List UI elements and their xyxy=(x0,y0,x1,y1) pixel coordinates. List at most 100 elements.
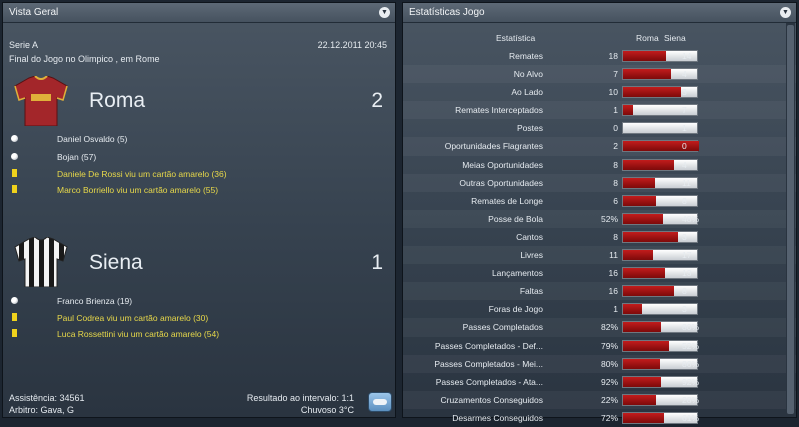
stat-away-value: 14 xyxy=(682,51,692,61)
halftime-result: Resultado ao intervalo: 1:1 xyxy=(246,393,354,403)
stat-label: No Alvo xyxy=(513,69,543,80)
stat-away-value: 7 xyxy=(682,105,687,116)
stat-home-value: 1 xyxy=(613,304,618,315)
column-header-home[interactable]: Roma xyxy=(636,33,659,43)
stat-row: Cantos 8 3 xyxy=(403,228,796,246)
away-score: 1 xyxy=(371,251,383,274)
away-event-yellow-card: Paul Codrea viu um cartão amarelo (30) xyxy=(57,313,209,323)
stat-row: Passes Completados - Def... 79% 52% xyxy=(403,337,796,355)
stat-away-value: 1 xyxy=(682,123,687,134)
stat-away-value: 11 xyxy=(682,177,691,188)
stat-home-share-fill xyxy=(623,250,653,261)
stat-label: Desarmes Conseguidos xyxy=(452,412,543,423)
stat-away-value: 3 xyxy=(682,304,687,315)
stat-home-share-fill xyxy=(623,105,633,116)
stat-label: Passes Completados - Mei... xyxy=(434,358,543,369)
stat-row: Oportunidades Flagrantes 2 0 xyxy=(403,137,796,156)
stat-label: Passes Completados - Ata... xyxy=(435,376,543,387)
stat-home-value: 52% xyxy=(600,213,618,224)
referee-label: Arbitro: Gava, G xyxy=(9,405,75,415)
stats-menu-button[interactable]: ▼ xyxy=(780,7,791,18)
stat-row: Remates de Longe 6 8 xyxy=(403,192,796,210)
stat-home-value: 92% xyxy=(600,376,618,387)
stat-row: Livres 11 17 xyxy=(403,246,796,265)
stat-row: Posse de Bola 52% 48% xyxy=(403,209,796,228)
stat-home-value: 8 xyxy=(613,159,618,170)
stat-home-share-fill xyxy=(623,286,674,297)
column-header-away[interactable]: Siena xyxy=(664,33,686,43)
stat-home-value: 1 xyxy=(613,105,618,116)
stats-scrollbar[interactable] xyxy=(786,23,795,416)
stat-row: Cruzamentos Conseguidos 22% 28% xyxy=(403,390,796,409)
home-event-yellow-card: Marco Borriello viu um cartão amarelo (5… xyxy=(57,185,219,195)
stats-scrollbar-thumb[interactable] xyxy=(787,25,794,414)
stat-label: Cruzamentos Conseguidos xyxy=(440,394,543,405)
yellow-card-icon xyxy=(12,169,17,177)
stat-home-value: 2 xyxy=(613,141,618,152)
stat-away-value: 86% xyxy=(682,358,700,369)
goal-ball-icon xyxy=(11,297,18,304)
yellow-card-icon xyxy=(12,185,17,193)
stat-label: Remates Interceptados xyxy=(455,105,543,116)
stat-home-value: 16 xyxy=(608,268,618,279)
stat-away-value: 17 xyxy=(682,250,692,261)
stat-row: Postes 0 1 xyxy=(403,119,796,137)
stat-home-value: 8 xyxy=(613,231,618,242)
stat-home-share-fill xyxy=(623,141,699,152)
weather-label: Chuvoso 3°C xyxy=(300,405,354,415)
stat-away-value: 92% xyxy=(682,376,700,387)
stat-row: Foras de Jogo 1 3 xyxy=(403,300,796,318)
goal-ball-icon xyxy=(11,135,18,142)
stat-row: Lançamentos 16 13 xyxy=(403,264,796,282)
column-header-stat[interactable]: Estatística xyxy=(496,33,535,43)
stat-row: Passes Completados 82% 80% xyxy=(403,318,796,337)
rain-cloud-icon xyxy=(368,392,392,412)
stat-home-share-fill xyxy=(623,69,671,80)
stat-home-value: 11 xyxy=(609,250,618,261)
stat-away-value: 0 xyxy=(682,141,687,152)
roma-shirt-icon xyxy=(14,76,68,126)
stat-row: Remates 18 14 xyxy=(403,47,796,65)
stat-away-value: 13 xyxy=(682,268,692,279)
stat-row: No Alvo 7 4 xyxy=(403,65,796,84)
stat-home-value: 16 xyxy=(608,286,618,297)
stat-label: Meias Oportunidades xyxy=(462,159,543,170)
home-event-yellow-card: Daniele De Rossi viu um cartão amarelo (… xyxy=(57,169,227,179)
home-event-goal: Bojan (57) xyxy=(57,152,97,162)
away-team-name: Siena xyxy=(89,251,143,274)
stat-away-value: 4 xyxy=(682,69,687,80)
stat-home-value: 10 xyxy=(608,87,618,98)
competition-label: Serie A xyxy=(9,40,39,50)
overview-menu-button[interactable]: ▼ xyxy=(379,7,390,18)
stat-label: Postes xyxy=(517,123,543,134)
stat-home-share-fill xyxy=(623,87,681,98)
home-event-goal: Daniel Osvaldo (5) xyxy=(57,134,128,144)
stat-home-share-fill xyxy=(623,322,661,333)
stat-home-share-fill xyxy=(623,213,663,224)
stat-label: Remates xyxy=(508,51,543,61)
away-event-yellow-card: Luca Rossettini viu um cartão amarelo (5… xyxy=(57,329,220,339)
stat-home-value: 8 xyxy=(613,177,618,188)
stat-home-share-fill xyxy=(623,159,674,170)
siena-shirt-icon xyxy=(14,237,68,287)
stat-label: Remates de Longe xyxy=(471,195,543,206)
goal-ball-icon xyxy=(11,153,18,160)
stat-row: Outras Oportunidades 8 11 xyxy=(403,173,796,192)
stat-row: Desarmes Conseguidos 72% 61% xyxy=(403,409,796,427)
match-stats-panel: Estatísticas Jogo ▼ Estatística Roma Sie… xyxy=(402,2,797,424)
attendance-label: Assistência: 34561 xyxy=(9,393,85,403)
stat-home-share-fill xyxy=(623,376,661,387)
stat-home-value: 18 xyxy=(608,51,618,61)
stat-row: Faltas 16 8 xyxy=(403,282,796,301)
stat-label: Passes Completados - Def... xyxy=(434,340,543,351)
stat-home-share-fill xyxy=(623,231,678,242)
overview-title: Vista Geral xyxy=(9,7,59,18)
stat-away-value: 48% xyxy=(682,213,700,224)
stat-home-value: 80% xyxy=(600,358,618,369)
stat-home-value: 72% xyxy=(600,412,618,423)
stat-home-share-fill xyxy=(623,177,655,188)
overview-panel: Vista Geral ▼ Serie A 22.12.2011 20:45 F… xyxy=(2,2,396,418)
stat-away-value: 80% xyxy=(682,322,700,333)
stats-column-headers: Estatística Roma Siena xyxy=(403,30,796,46)
stat-row: Ao Lado 10 3 xyxy=(403,83,796,101)
